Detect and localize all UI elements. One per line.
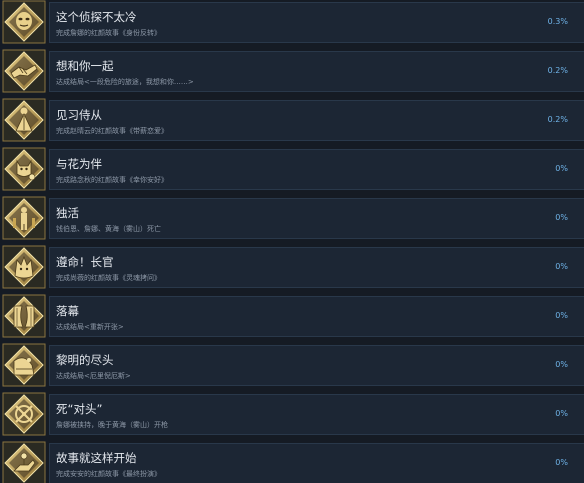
curtain-badge-icon <box>2 294 46 338</box>
achievement-title: 落幕 <box>56 304 79 318</box>
achievement-description: 完成尚薇的红颜故事《灵魂拷问》 <box>56 274 161 282</box>
unlock-percentage: 0% <box>555 311 568 320</box>
achievement-row: 独活 钱伯恩、詹娜、黄海（雾山）死亡 0% <box>0 196 584 245</box>
achievement-list: 这个侦探不太冷 完成詹娜的红颜故事《身份反转》 0.3% 想和你一起 达成结局<… <box>0 0 584 483</box>
achievement-title: 故事就这样开始 <box>56 451 137 465</box>
achievement-row: 故事就这样开始 完成安安的红颜故事《最终扮演》 0% <box>0 441 584 483</box>
achievement-title: 与花为伴 <box>56 157 102 171</box>
handshake-badge-icon <box>2 49 46 93</box>
achievement-panel[interactable]: 见习侍从 完成赵晴云的红颜故事《带薪恋爱》 0.2% <box>49 100 584 141</box>
achievement-title: 想和你一起 <box>56 59 114 73</box>
achievement-description: 达成结局<一段危险的旅途，我想和你……> <box>56 78 194 86</box>
achievement-row: 落幕 达成结局<重新开张> 0% <box>0 294 584 343</box>
mask-badge-icon <box>2 0 46 44</box>
achievement-title: 黎明的尽头 <box>56 353 114 367</box>
achievement-panel[interactable]: 这个侦探不太冷 完成詹娜的红颜故事《身份反转》 0.3% <box>49 2 584 43</box>
unlock-percentage: 0.2% <box>547 66 568 75</box>
achievement-panel[interactable]: 落幕 达成结局<重新开张> 0% <box>49 296 584 337</box>
achievement-row: 遵命！长官 完成尚薇的红颜故事《灵魂拷问》 0% <box>0 245 584 294</box>
achievement-title: 遵命！长官 <box>56 255 114 269</box>
hand-flower-badge-icon <box>2 441 46 483</box>
unlock-percentage: 0% <box>555 360 568 369</box>
achievement-panel[interactable]: 想和你一起 达成结局<一段危险的旅途，我想和你……> 0.2% <box>49 51 584 92</box>
achievement-title: 见习侍从 <box>56 108 102 122</box>
wolf-head-badge-icon <box>2 245 46 289</box>
unlock-percentage: 0.3% <box>547 17 568 26</box>
achievement-panel[interactable]: 黎明的尽头 达成结局<厄里倪厄斯> 0% <box>49 345 584 386</box>
unlock-percentage: 0.2% <box>547 115 568 124</box>
achievement-row: 见习侍从 完成赵晴云的红颜故事《带薪恋爱》 0.2% <box>0 98 584 147</box>
unlock-percentage: 0% <box>555 262 568 271</box>
achievement-description: 完成赵晴云的红颜故事《带薪恋爱》 <box>56 127 168 135</box>
unlock-percentage: 0% <box>555 213 568 222</box>
achievement-row: 想和你一起 达成结局<一段危险的旅途，我想和你……> 0.2% <box>0 49 584 98</box>
achievement-description: 詹娜被挟持，晚于黄海（雾山）开枪 <box>56 421 168 429</box>
unlock-percentage: 0% <box>555 164 568 173</box>
achievement-panel[interactable]: 死“对头” 詹娜被挟持，晚于黄海（雾山）开枪 0% <box>49 394 584 435</box>
achievement-row: 黎明的尽头 达成结局<厄里倪厄斯> 0% <box>0 343 584 392</box>
cloak-figure-badge-icon <box>2 98 46 142</box>
horizon-badge-icon <box>2 343 46 387</box>
lone-figure-badge-icon <box>2 196 46 240</box>
achievement-description: 钱伯恩、詹娜、黄海（雾山）死亡 <box>56 225 161 233</box>
achievement-description: 完成詹娜的红颜故事《身份反转》 <box>56 29 161 37</box>
achievement-title: 死“对头” <box>56 402 103 416</box>
achievement-description: 达成结局<重新开张> <box>56 323 124 331</box>
achievement-title: 独活 <box>56 206 79 220</box>
achievement-title: 这个侦探不太冷 <box>56 10 137 24</box>
achievement-panel[interactable]: 独活 钱伯恩、詹娜、黄海（雾山）死亡 0% <box>49 198 584 239</box>
achievement-panel[interactable]: 与花为伴 完成路念秋的红颜故事《幸你安好》 0% <box>49 149 584 190</box>
achievement-row: 与花为伴 完成路念秋的红颜故事《幸你安好》 0% <box>0 147 584 196</box>
cat-flower-badge-icon <box>2 147 46 191</box>
achievement-panel[interactable]: 遵命！长官 完成尚薇的红颜故事《灵魂拷问》 0% <box>49 247 584 288</box>
achievement-description: 完成安安的红颜故事《最终扮演》 <box>56 470 161 478</box>
achievement-description: 达成结局<厄里倪厄斯> <box>56 372 131 380</box>
achievement-description: 完成路念秋的红颜故事《幸你安好》 <box>56 176 168 184</box>
unlock-percentage: 0% <box>555 458 568 467</box>
unlock-percentage: 0% <box>555 409 568 418</box>
achievement-row: 这个侦探不太冷 完成詹娜的红颜故事《身份反转》 0.3% <box>0 0 584 49</box>
achievement-row: 死“对头” 詹娜被挟持，晚于黄海（雾山）开枪 0% <box>0 392 584 441</box>
crossed-target-badge-icon <box>2 392 46 436</box>
achievement-panel[interactable]: 故事就这样开始 完成安安的红颜故事《最终扮演》 0% <box>49 443 584 483</box>
